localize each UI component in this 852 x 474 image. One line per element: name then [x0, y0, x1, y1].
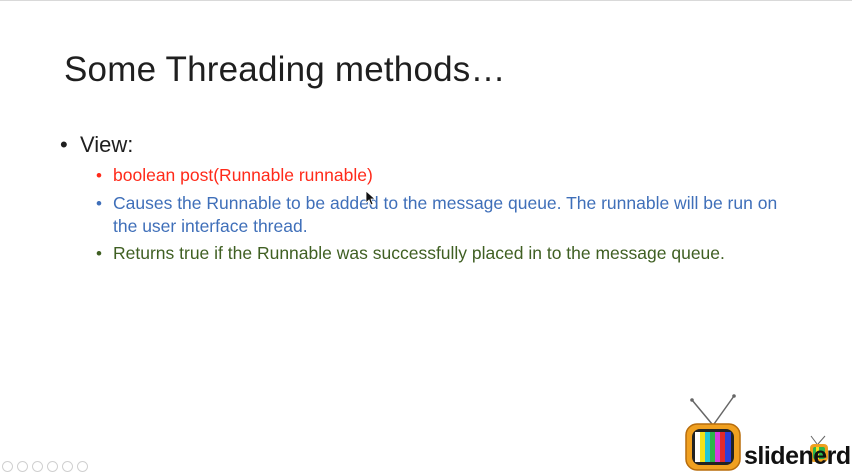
slidenerd-logo-text: slidenerd	[744, 442, 851, 470]
bullet-view-label: View:	[80, 132, 134, 157]
sub-bullet-description-text: Causes the Runnable to be added to the m…	[113, 193, 778, 236]
slideshow-controls[interactable]	[2, 461, 88, 474]
prev-slide-icon[interactable]	[2, 461, 13, 472]
sub-bullet-dot: •	[96, 166, 102, 185]
pen-icon[interactable]	[32, 461, 43, 472]
slide-title: Some Threading methods…	[64, 50, 506, 89]
next-slide-icon[interactable]	[17, 461, 28, 472]
bullet-dot: •	[60, 132, 68, 157]
bullet-view: • View:	[60, 132, 133, 158]
sub-bullet-dot: •	[96, 244, 102, 263]
sub-bullet-signature: • boolean post(Runnable runnable)	[96, 164, 806, 187]
sub-bullet-description: • Causes the Runnable to be added to the…	[96, 192, 806, 238]
sub-bullet-return-text: Returns true if the Runnable was success…	[113, 243, 725, 263]
top-divider	[0, 0, 852, 1]
slide: Some Threading methods… • View: • boolean…	[0, 0, 852, 474]
mouse-cursor-icon	[365, 190, 375, 206]
zoom-icon[interactable]	[62, 461, 73, 472]
sub-bullet-return: • Returns true if the Runnable was succe…	[96, 242, 806, 265]
slides-grid-icon[interactable]	[47, 461, 58, 472]
more-options-icon[interactable]	[77, 461, 88, 472]
sub-bullet-dot: •	[96, 194, 102, 213]
sub-bullet-signature-text: boolean post(Runnable runnable)	[113, 165, 373, 185]
